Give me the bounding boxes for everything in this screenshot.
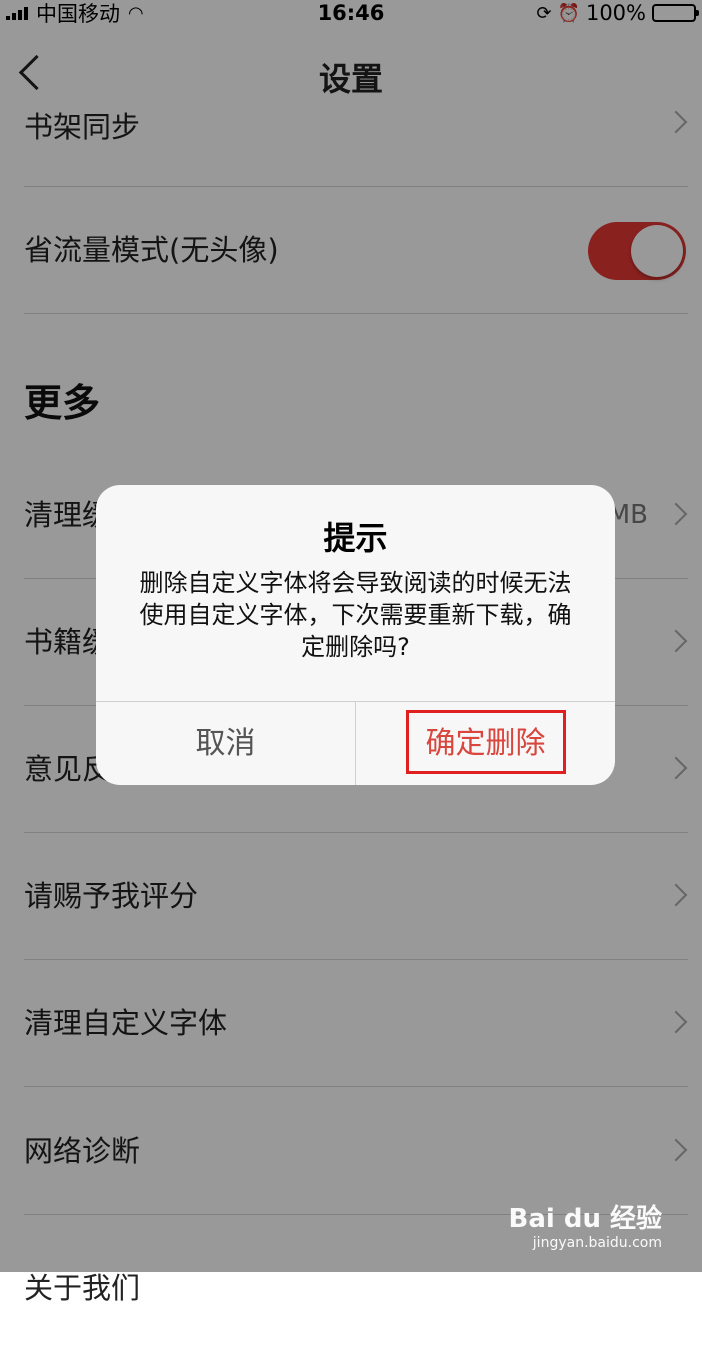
watermark-logo: Bai du 经验: [508, 1204, 663, 1234]
cancel-button[interactable]: 取消: [96, 702, 355, 785]
baidu-watermark: Bai du 经验 jingyan.baidu.com: [509, 1198, 663, 1251]
highlight-box: [406, 710, 566, 774]
dialog-message: 删除自定义字体将会导致阅读的时候无法使用自定义字体，下次需要重新下载，确定删除吗…: [139, 569, 572, 661]
alert-dialog: 提示 删除自定义字体将会导致阅读的时候无法使用自定义字体，下次需要重新下载，确定…: [96, 485, 615, 785]
watermark-url: jingyan.baidu.com: [532, 1235, 662, 1251]
dialog-title: 提示: [323, 519, 388, 557]
